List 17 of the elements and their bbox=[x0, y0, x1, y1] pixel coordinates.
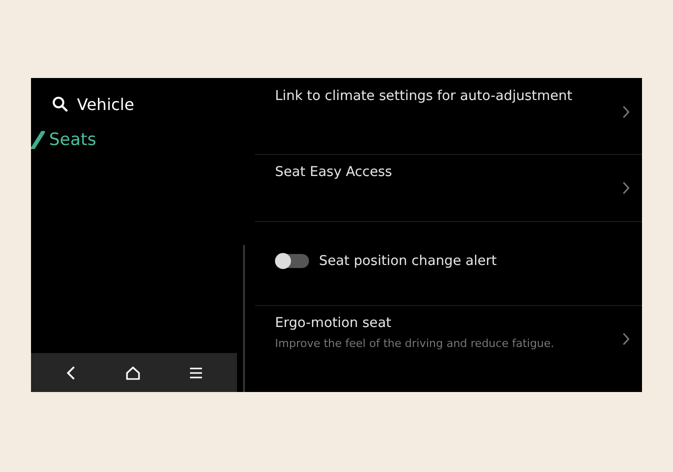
header-title: Vehicle bbox=[77, 94, 134, 114]
selection-mark-icon bbox=[31, 131, 45, 149]
setting-description: Improve the feel of the driving and reduce fatigue. bbox=[275, 337, 556, 350]
setting-title[interactable]: Link to climate settings for auto-adjustment bbox=[275, 88, 622, 104]
setting-title[interactable]: Ergo-motion seat bbox=[275, 315, 622, 331]
search-icon[interactable] bbox=[52, 96, 68, 112]
menu-icon[interactable] bbox=[189, 366, 203, 380]
chevron-right-icon[interactable] bbox=[622, 181, 630, 195]
setting-title[interactable]: Seat Easy Access bbox=[275, 164, 622, 180]
chevron-right-icon[interactable] bbox=[622, 105, 630, 119]
home-icon[interactable] bbox=[125, 364, 141, 380]
setting-title: Seat position change alert bbox=[319, 252, 497, 268]
toggle-switch[interactable] bbox=[275, 254, 309, 268]
sidebar-item[interactable]: Seats bbox=[31, 126, 237, 154]
chevron-right-icon[interactable] bbox=[622, 332, 630, 346]
scrollbar[interactable] bbox=[243, 245, 245, 392]
back-icon[interactable] bbox=[65, 364, 77, 380]
